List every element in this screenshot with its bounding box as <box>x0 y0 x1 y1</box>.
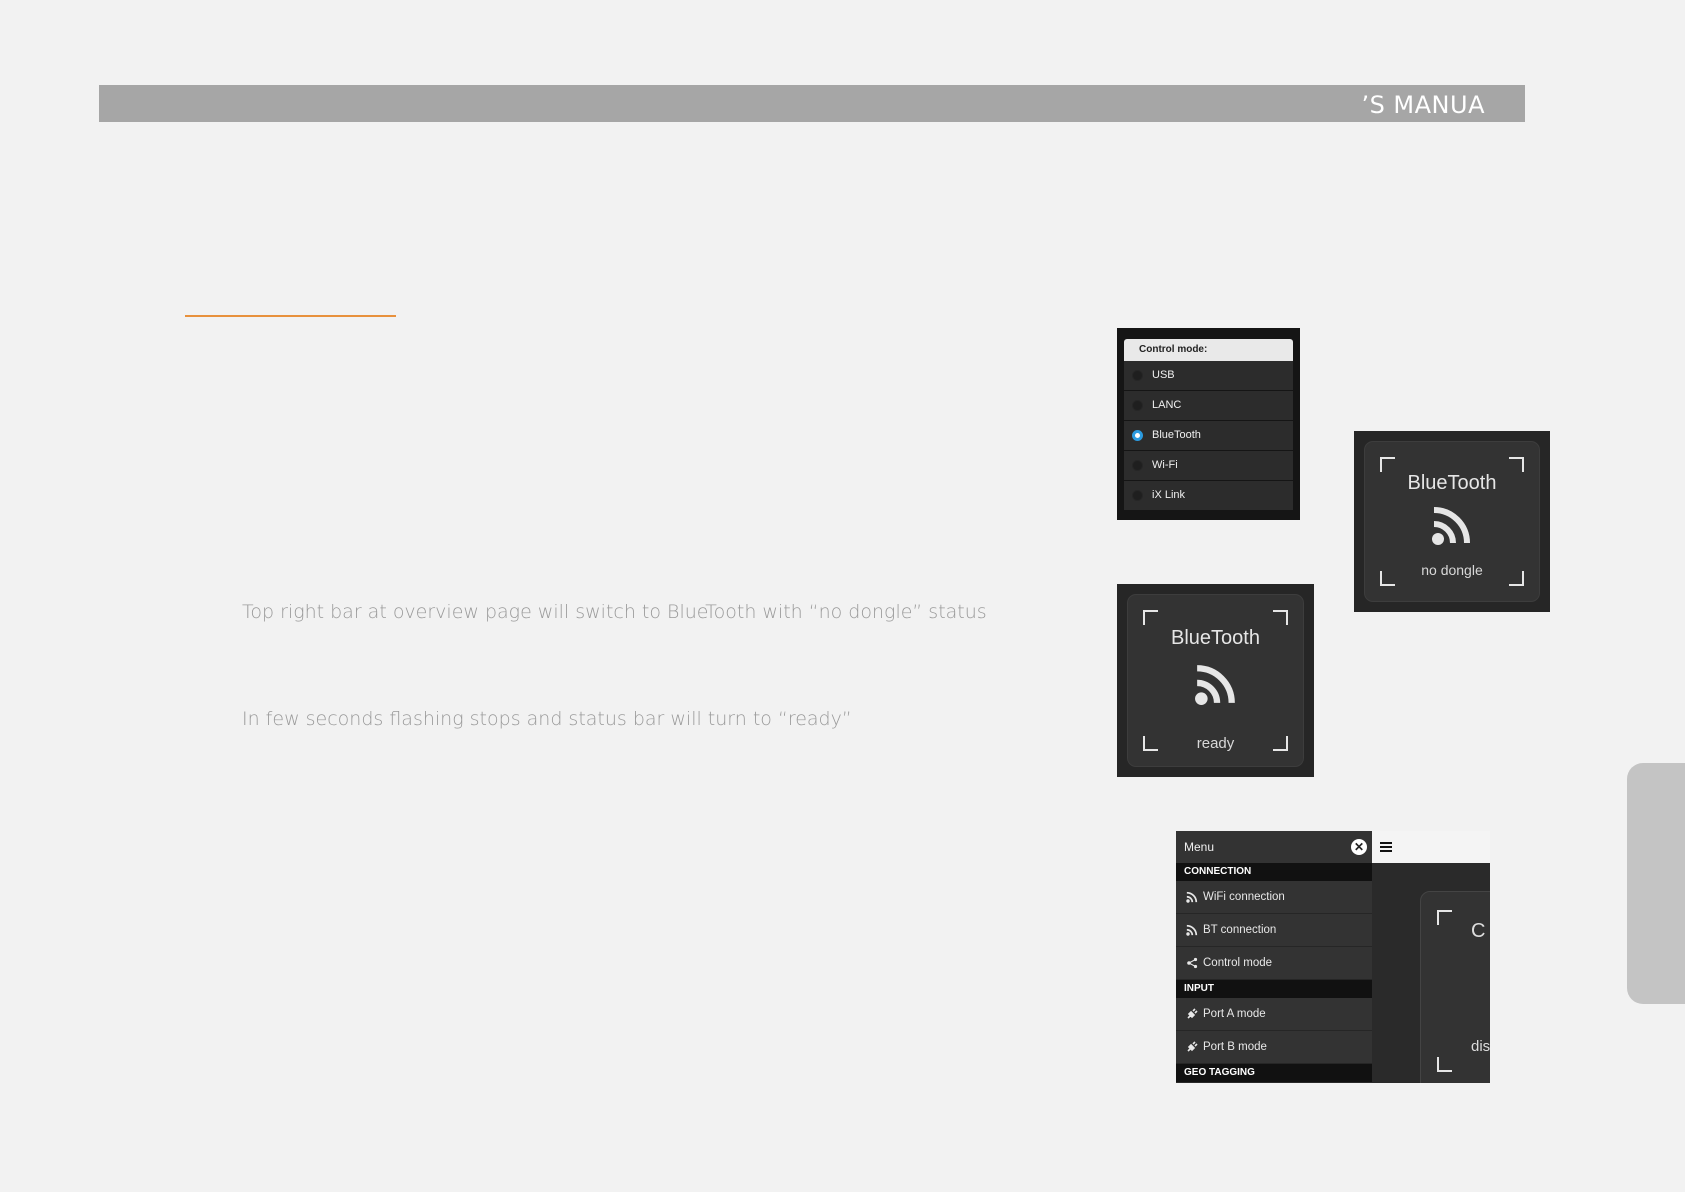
corner-mark <box>1437 1057 1452 1072</box>
header-bar: ’S MANUA <box>99 85 1525 122</box>
bluetooth-status: ready <box>1196 735 1235 752</box>
bluetooth-status: no dongle <box>1421 562 1483 578</box>
corner-mark <box>1380 457 1395 472</box>
option-label: USB <box>1152 369 1175 381</box>
option-label: iX Link <box>1152 489 1186 501</box>
hamburger-icon[interactable] <box>1380 842 1392 852</box>
menu-item-label: Port B mode <box>1203 1041 1267 1053</box>
option-label: LANC <box>1152 399 1182 411</box>
menu-item-label: Control mode <box>1203 957 1273 969</box>
rss-icon <box>1432 507 1470 545</box>
background-status-card: C dis <box>1420 891 1490 1083</box>
close-icon[interactable]: ✕ <box>1351 839 1367 855</box>
control-mode-option-ix-link[interactable]: iX Link <box>1124 481 1293 510</box>
share-icon <box>1187 957 1198 969</box>
menu-item-label: WiFi connection <box>1203 891 1285 903</box>
menu-title: Menu <box>1184 840 1215 854</box>
rss-icon <box>1186 924 1198 936</box>
background-card-status: dis <box>1471 1038 1490 1055</box>
corner-mark <box>1273 610 1288 625</box>
bluetooth-ready-screenshot: BlueTooth ready <box>1117 584 1314 777</box>
bluetooth-title: BlueTooth <box>1407 472 1497 494</box>
menu-item-wifi-connection[interactable]: WiFi connection <box>1176 881 1372 914</box>
radio-button[interactable] <box>1132 460 1143 471</box>
side-menu: Menu ✕ CONNECTION WiFi connection BT con… <box>1176 831 1372 1083</box>
menu-item-label: BT connection <box>1203 924 1277 936</box>
radio-button[interactable] <box>1132 370 1143 381</box>
control-mode-list: USB LANC BlueTooth Wi-Fi iX Link <box>1124 361 1293 511</box>
menu-item-bt-connection[interactable]: BT connection <box>1176 914 1372 947</box>
control-mode-option-bluetooth[interactable]: BlueTooth <box>1124 421 1293 450</box>
body-text-line-1: Top right bar at overview page will swit… <box>242 601 987 623</box>
background-card-title: C <box>1471 920 1486 942</box>
header-title: ’S MANUA <box>1361 91 1485 119</box>
bluetooth-status-card[interactable]: BlueTooth ready <box>1127 594 1304 767</box>
corner-mark <box>1143 610 1158 625</box>
option-label: Wi-Fi <box>1152 459 1178 471</box>
corner-mark <box>1509 457 1524 472</box>
control-mode-option-lanc[interactable]: LANC <box>1124 391 1293 420</box>
menu-section-connection: CONNECTION <box>1176 863 1372 881</box>
menu-item-label: Port A mode <box>1203 1008 1266 1020</box>
control-mode-header: Control mode: <box>1124 339 1293 361</box>
control-mode-option-usb[interactable]: USB <box>1124 361 1293 390</box>
menu-section-input: INPUT <box>1176 980 1372 998</box>
rss-icon <box>1186 891 1198 903</box>
menu-item-control-mode[interactable]: Control mode <box>1176 947 1372 980</box>
menu-section-geo-tagging: GEO TAGGING <box>1176 1064 1372 1082</box>
body-text-line-2: In few seconds flashing stops and status… <box>242 708 852 730</box>
menu-header: Menu ✕ <box>1176 831 1372 863</box>
bluetooth-title: BlueTooth <box>1171 627 1260 649</box>
plug-icon <box>1187 1041 1198 1052</box>
radio-button[interactable] <box>1132 490 1143 501</box>
menu-screenshot: C dis Menu ✕ CONNECTION WiFi connection … <box>1176 831 1490 1083</box>
option-label: BlueTooth <box>1152 429 1201 441</box>
corner-mark <box>1437 910 1452 925</box>
top-bar <box>1372 831 1490 863</box>
bluetooth-status-card[interactable]: BlueTooth no dongle <box>1364 441 1540 602</box>
control-mode-screenshot: Control mode: USB LANC BlueTooth Wi-Fi i… <box>1117 328 1300 520</box>
radio-button-checked[interactable] <box>1132 430 1143 441</box>
control-mode-option-wifi[interactable]: Wi-Fi <box>1124 451 1293 480</box>
radio-button[interactable] <box>1132 400 1143 411</box>
menu-item-port-a-mode[interactable]: Port A mode <box>1176 998 1372 1031</box>
rss-icon <box>1194 665 1235 705</box>
menu-item-port-b-mode[interactable]: Port B mode <box>1176 1031 1372 1064</box>
plug-icon <box>1187 1008 1198 1019</box>
bluetooth-no-dongle-screenshot: BlueTooth no dongle <box>1354 431 1550 612</box>
side-tab <box>1627 763 1685 1004</box>
section-underline <box>185 315 396 317</box>
